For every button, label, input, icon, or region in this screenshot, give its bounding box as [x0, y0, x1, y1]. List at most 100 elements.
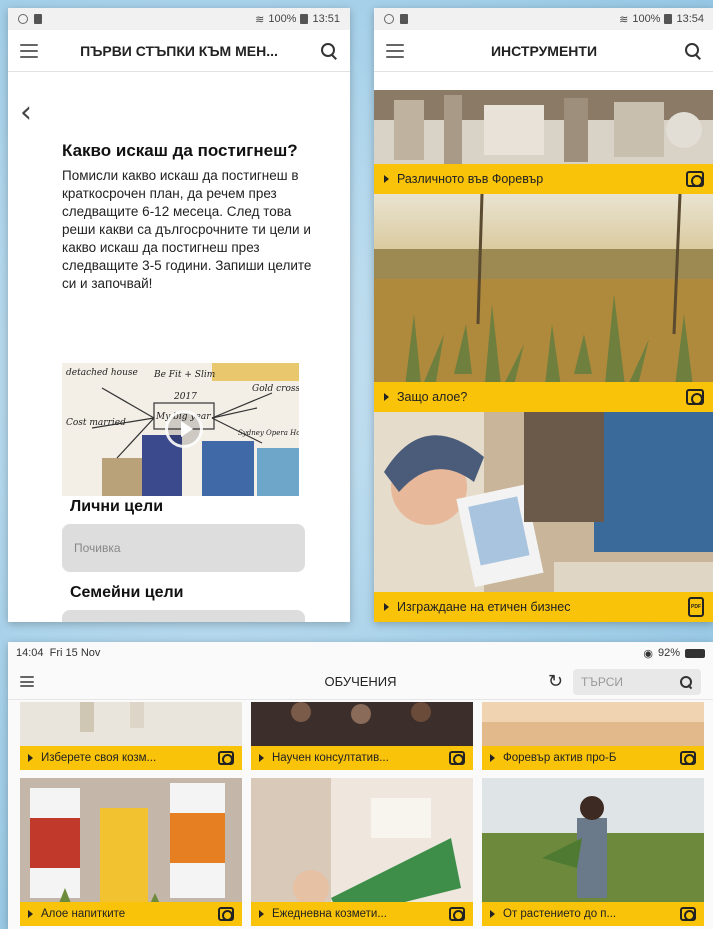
battery-level: 100%	[268, 13, 297, 25]
status-time: 14:04	[16, 647, 44, 659]
video-text-gold: Gold cross	[252, 384, 299, 394]
status-time: 13:51	[312, 13, 340, 25]
tile-bar[interactable]: Форевър актив про-Б	[482, 746, 704, 770]
goals-video-thumbnail[interactable]: detached house Be Fit + Slim 2017 My big…	[62, 363, 299, 496]
page-title: ИНСТРУМЕНТИ	[490, 42, 598, 59]
video-text-year: 2017	[173, 392, 197, 402]
search-input[interactable]: ТЪРСИ	[573, 668, 701, 695]
grid-tile[interactable]: Форевър актив про-Б	[482, 702, 704, 770]
video-icon	[686, 389, 704, 405]
tile-label: От растението до п...	[503, 908, 617, 920]
tile-bar[interactable]: Ежедневна козмети...	[251, 902, 473, 926]
status-bar: 14:04 Fri 15 Nov ◉ 92%	[8, 642, 713, 664]
bullet-arrow-icon	[384, 175, 389, 183]
grid-tile[interactable]: Ежедневна козмети...	[251, 778, 473, 926]
video-icon	[218, 751, 234, 765]
battery-level: 100%	[632, 13, 661, 25]
personal-goals-input[interactable]: Почивка	[62, 524, 305, 572]
status-bar: ≋ 100% 13:51	[8, 8, 350, 30]
tile-why-aloe[interactable]: Защо алое?	[374, 194, 713, 412]
tile-label: Алое напитките	[41, 908, 126, 920]
video-icon	[680, 751, 696, 765]
tablet-screen-trainings: 14:04 Fri 15 Nov ◉ 92% ОБУЧЕНИЯ ↻ ТЪРСИ …	[8, 642, 713, 929]
tile-label: Защо алое?	[397, 390, 468, 404]
personal-goals-label: Лични цели	[70, 498, 164, 515]
signal-icon: ≋	[619, 13, 629, 26]
bullet-arrow-icon	[28, 754, 33, 762]
tile-ethical-business[interactable]: Изграждане на етичен бизнес	[374, 412, 713, 622]
sync-icon	[18, 14, 28, 24]
phone-screen-tools: ≋ 100% 13:54 ИНСТРУМЕНТИ Различното във …	[374, 8, 713, 622]
video-icon	[449, 751, 465, 765]
section-body: Помисли какво искаш да постигнеш в кратк…	[62, 168, 312, 291]
refresh-icon[interactable]: ↻	[548, 671, 563, 692]
sync-icon	[384, 14, 394, 24]
battery-icon	[300, 14, 309, 24]
search-icon[interactable]	[684, 42, 702, 60]
tile-bar[interactable]: Защо алое?	[374, 382, 713, 412]
signal-icon: ≋	[255, 13, 265, 26]
tile-bar[interactable]: Различното във Форевър	[374, 164, 713, 194]
tile-label: Ежедневна козмети...	[272, 908, 387, 920]
battery-level: 92%	[657, 647, 680, 659]
video-text-married: Cost married	[66, 418, 126, 428]
tile-forever-difference[interactable]: Различното във Форевър	[374, 90, 713, 194]
family-goals-input[interactable]	[62, 610, 305, 622]
people-meeting-photo	[374, 412, 713, 622]
tile-label: Научен консултатив...	[272, 752, 389, 764]
video-text-opera: Sydney Opera House	[238, 429, 299, 437]
bullet-arrow-icon	[490, 754, 495, 762]
video-icon	[218, 907, 234, 921]
tile-bar[interactable]: Изберете своя козм...	[20, 746, 242, 770]
video-icon	[680, 907, 696, 921]
app-bar: ПЪРВИ СТЪПКИ КЪМ МЕН...	[8, 30, 350, 72]
grid-tile[interactable]: Алое напитките	[20, 778, 242, 926]
tile-bar[interactable]: От растението до п...	[482, 902, 704, 926]
search-placeholder: ТЪРСИ	[581, 674, 623, 689]
menu-icon[interactable]	[20, 676, 34, 687]
bullet-arrow-icon	[490, 910, 495, 918]
video-icon	[449, 907, 465, 921]
video-text-fit: Be Fit + Slim	[153, 370, 215, 380]
wifi-icon: ◉	[643, 647, 653, 660]
battery-icon	[685, 648, 705, 658]
search-icon[interactable]	[679, 675, 693, 689]
tile-label: Изграждане на етичен бизнес	[397, 600, 571, 614]
app-bar: ОБУЧЕНИЯ ↻ ТЪРСИ	[8, 664, 713, 700]
status-bar: ≋ 100% 13:54	[374, 8, 713, 30]
play-icon[interactable]	[165, 410, 203, 448]
tile-label: Различното във Форевър	[397, 172, 544, 186]
intro-text-block: Какво искаш да постигнеш? Помисли какво …	[62, 140, 314, 293]
family-goals-label: Семейни цели	[70, 584, 184, 601]
phone-screen-first-steps: ≋ 100% 13:51 ПЪРВИ СТЪПКИ КЪМ МЕН... ‹ К…	[8, 8, 350, 622]
notification-icon	[34, 14, 42, 24]
bullet-arrow-icon	[259, 754, 264, 762]
bullet-arrow-icon	[259, 910, 264, 918]
status-date: Fri 15 Nov	[49, 647, 101, 659]
tile-bar[interactable]: Изграждане на етичен бизнес	[374, 592, 713, 622]
section-heading: Какво искаш да постигнеш?	[62, 141, 298, 160]
grid-tile[interactable]: От растението до п...	[482, 778, 704, 926]
video-text-house: detached house	[66, 368, 138, 378]
menu-icon[interactable]	[20, 43, 38, 58]
notification-icon	[400, 14, 408, 24]
tile-label: Изберете своя козм...	[41, 752, 157, 764]
search-icon[interactable]	[320, 42, 338, 60]
app-bar: ИНСТРУМЕНТИ	[374, 30, 713, 72]
grid-tile[interactable]: Научен консултатив...	[251, 702, 473, 770]
bullet-arrow-icon	[28, 910, 33, 918]
back-arrow-icon[interactable]: ‹	[20, 98, 32, 128]
bullet-arrow-icon	[384, 393, 389, 401]
pdf-icon	[688, 597, 704, 617]
menu-icon[interactable]	[386, 43, 404, 58]
page-title: ПЪРВИ СТЪПКИ КЪМ МЕН...	[80, 42, 278, 59]
tile-bar[interactable]: Алое напитките	[20, 902, 242, 926]
grid-tile[interactable]: Изберете своя козм...	[20, 702, 242, 770]
personal-goals-placeholder: Почивка	[74, 541, 121, 555]
tile-bar[interactable]: Научен консултатив...	[251, 746, 473, 770]
aloe-field-photo	[374, 194, 713, 412]
status-time: 13:54	[676, 13, 704, 25]
video-icon	[686, 171, 704, 187]
battery-icon	[664, 14, 673, 24]
bullet-arrow-icon	[384, 603, 389, 611]
